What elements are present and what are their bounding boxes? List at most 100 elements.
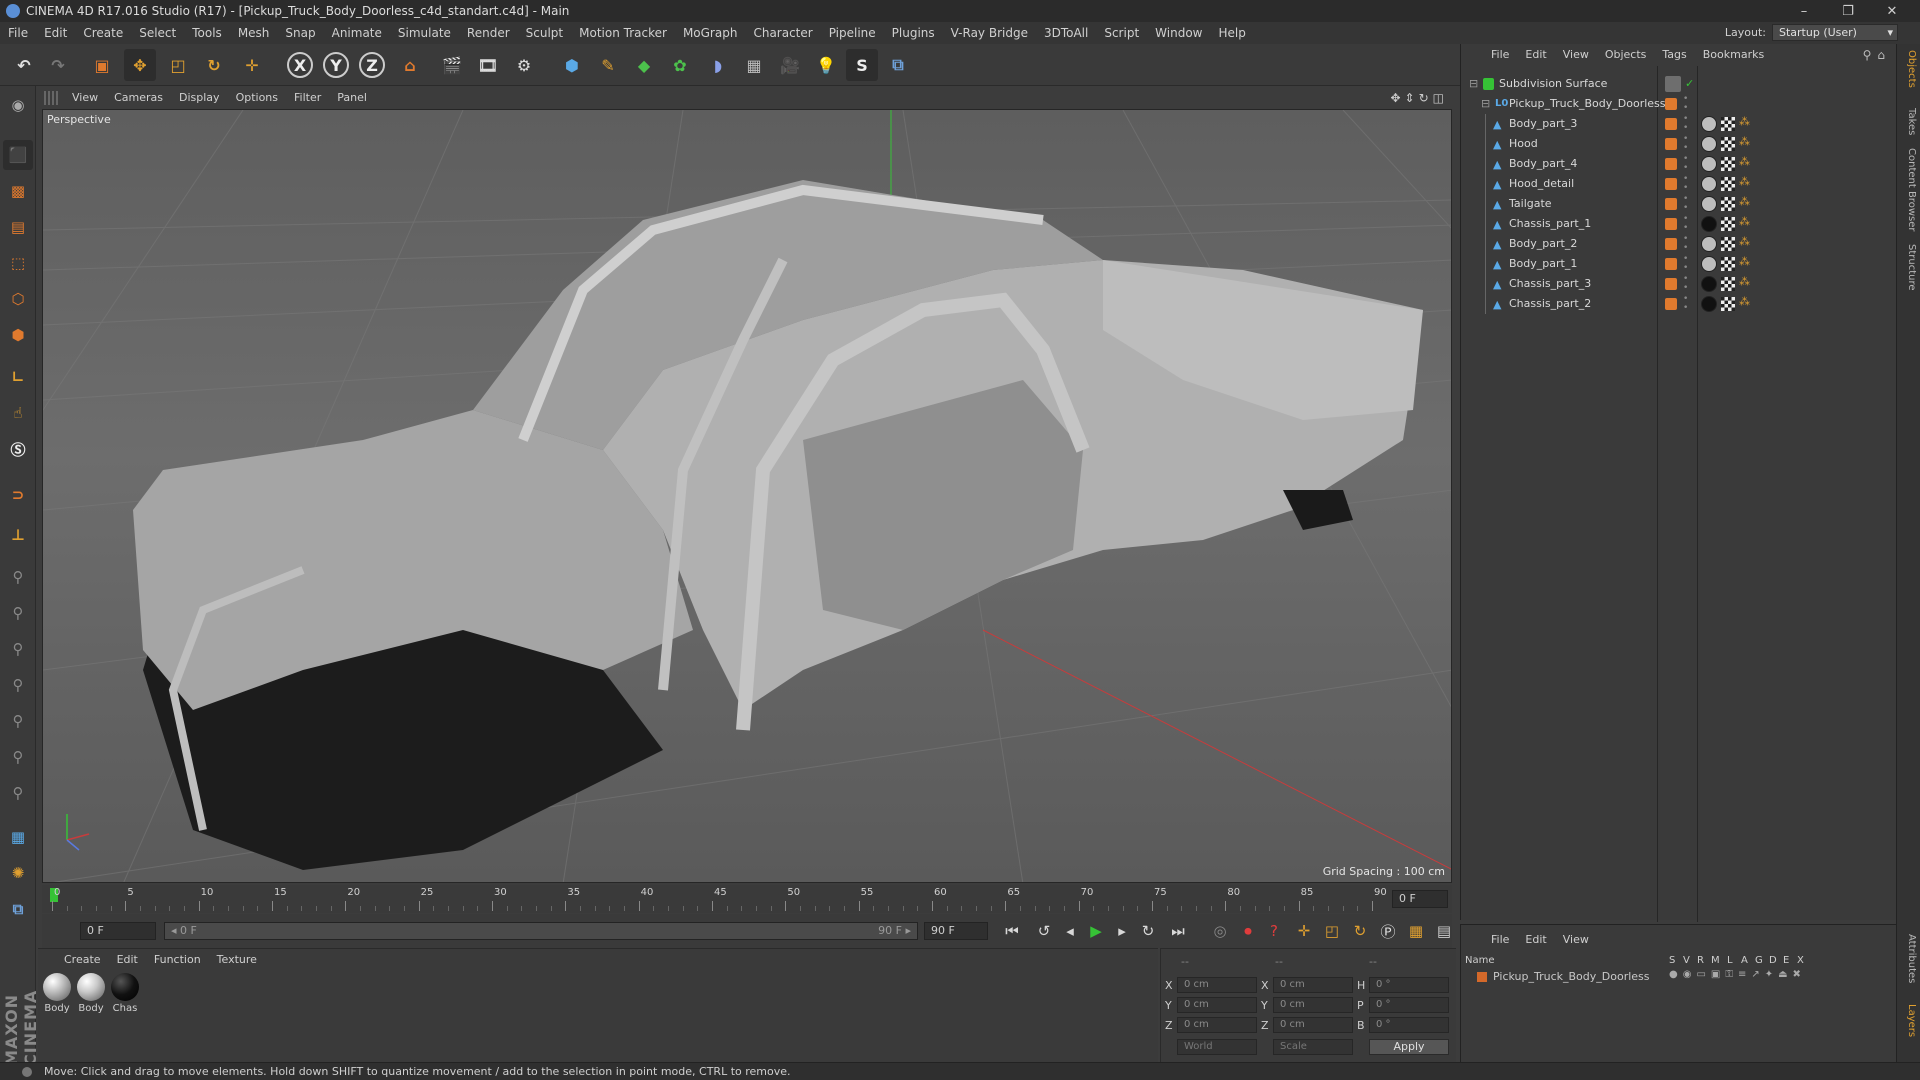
- editor-visibility-icon[interactable]: [1665, 76, 1681, 92]
- uvw-tag-icon[interactable]: [1721, 117, 1735, 131]
- uvw-tag-icon[interactable]: [1721, 157, 1735, 171]
- layer-color-swatch[interactable]: [1477, 972, 1487, 982]
- object-row-subdivision-surface[interactable]: ⊟ Subdivision Surface ✓: [1463, 74, 1895, 94]
- object-row[interactable]: ▲ Hood_detail • • ⁂: [1463, 174, 1895, 194]
- visibility-dots-icon[interactable]: • •: [1683, 255, 1688, 273]
- mat-menu-create[interactable]: Create: [56, 949, 109, 971]
- layer-row[interactable]: Pickup_Truck_Body_Doorless ●◉▭▣⚿≡↗✦⏏✖: [1465, 969, 1893, 985]
- make-editable-icon[interactable]: ◉: [3, 90, 33, 120]
- vp-menu-panel[interactable]: Panel: [329, 87, 375, 109]
- menu-vray-bridge[interactable]: V-Ray Bridge: [943, 22, 1036, 44]
- layer-color-tag[interactable]: [1665, 198, 1677, 210]
- phong-tag-icon[interactable]: ⁂: [1739, 135, 1750, 148]
- apply-button[interactable]: Apply: [1369, 1039, 1449, 1055]
- object-row[interactable]: ▲ Tailgate • • ⁂: [1463, 194, 1895, 214]
- x-axis-lock-icon[interactable]: X: [284, 49, 316, 81]
- tab-takes[interactable]: Takes: [1901, 108, 1917, 135]
- frame-range-slider[interactable]: ◂ 0 F 90 F ▸: [164, 922, 918, 940]
- magnet-icon[interactable]: ⊃: [3, 480, 33, 510]
- phong-tag-icon[interactable]: ⁂: [1739, 255, 1750, 268]
- layer-menu-file[interactable]: File: [1483, 929, 1517, 951]
- material-tag-icon[interactable]: [1701, 296, 1717, 312]
- visibility-dots-icon[interactable]: • •: [1683, 135, 1688, 153]
- render-picture-viewer-icon[interactable]: 🎞: [472, 49, 504, 81]
- sculpt-smooth-icon[interactable]: ⚲: [3, 634, 33, 664]
- texture-mode-icon[interactable]: ▩: [3, 176, 33, 206]
- menu-select[interactable]: Select: [131, 22, 184, 44]
- layer-color-tag[interactable]: [1665, 158, 1677, 170]
- tweak-mode-icon[interactable]: ☝: [3, 398, 33, 428]
- obj-menu-bookmarks[interactable]: Bookmarks: [1695, 44, 1772, 66]
- key-scale-icon[interactable]: ◰: [1320, 919, 1344, 943]
- vp-menu-filter[interactable]: Filter: [286, 87, 329, 109]
- uvw-tag-icon[interactable]: [1721, 277, 1735, 291]
- rotation-b-field[interactable]: 0 °: [1369, 1017, 1449, 1033]
- mat-menu-texture[interactable]: Texture: [209, 949, 265, 971]
- deformer-icon[interactable]: ◗: [702, 49, 734, 81]
- menu-render[interactable]: Render: [459, 22, 518, 44]
- material-swatch[interactable]: Body: [42, 973, 72, 1014]
- obj-menu-file[interactable]: File: [1483, 44, 1517, 66]
- menu-plugins[interactable]: Plugins: [884, 22, 943, 44]
- menu-simulate[interactable]: Simulate: [390, 22, 459, 44]
- sculpt-flatten-icon[interactable]: ⚲: [3, 670, 33, 700]
- polygons-mode-icon[interactable]: ⬢: [3, 320, 33, 350]
- menu-file[interactable]: File: [0, 22, 36, 44]
- keyframe-selection-icon[interactable]: ?: [1262, 919, 1286, 943]
- spline-pen-icon[interactable]: ✎: [592, 49, 624, 81]
- collapse-icon[interactable]: ⊟: [1469, 77, 1478, 90]
- menu-animate[interactable]: Animate: [324, 22, 390, 44]
- enabled-check-icon[interactable]: ✓: [1685, 77, 1694, 90]
- layer-color-tag[interactable]: [1665, 298, 1677, 310]
- sculpt-tool-icon[interactable]: ⚲: [3, 562, 33, 592]
- menu-edit[interactable]: Edit: [36, 22, 75, 44]
- start-frame-field[interactable]: 0 F: [80, 922, 156, 940]
- restore-button[interactable]: ❐: [1826, 0, 1870, 22]
- obj-menu-objects[interactable]: Objects: [1597, 44, 1655, 66]
- python-console-icon[interactable]: ⧉: [3, 894, 33, 924]
- layer-color-tag[interactable]: [1665, 238, 1677, 250]
- object-row[interactable]: ▲ Body_part_3 • • ⁂: [1463, 114, 1895, 134]
- end-frame-field[interactable]: 90 F: [924, 922, 988, 940]
- redo-icon[interactable]: ↷: [42, 49, 74, 81]
- phong-tag-icon[interactable]: ⁂: [1739, 155, 1750, 168]
- autokey-icon[interactable]: ⏺: [1236, 919, 1260, 943]
- uvw-tag-icon[interactable]: [1721, 177, 1735, 191]
- material-tag-icon[interactable]: [1701, 236, 1717, 252]
- close-button[interactable]: ✕: [1870, 0, 1914, 22]
- object-row[interactable]: ▲ Chassis_part_1 • • ⁂: [1463, 214, 1895, 234]
- timeline-ruler[interactable]: 0 5 10 15 20 25 30 35 40 45 50 55 60 65 70 75 80 85 90 0 F: [42, 885, 1452, 913]
- key-parameter-icon[interactable]: Ⓟ: [1376, 919, 1400, 943]
- object-row[interactable]: ▲ Chassis_part_2 • • ⁂: [1463, 294, 1895, 314]
- layer-color-tag[interactable]: [1665, 178, 1677, 190]
- viewport-perspective[interactable]: Perspective Grid Spacing : 100 cm: [42, 109, 1452, 883]
- workplane-icon[interactable]: ⊥: [3, 520, 33, 550]
- mograph-cloner-icon[interactable]: ✿: [664, 49, 696, 81]
- layer-color-tag[interactable]: [1665, 218, 1677, 230]
- menu-3dtoall[interactable]: 3DToAll: [1036, 22, 1096, 44]
- obj-menu-edit[interactable]: Edit: [1517, 44, 1554, 66]
- vp-menu-cameras[interactable]: Cameras: [106, 87, 171, 109]
- rotate-tool-icon[interactable]: ↻: [198, 49, 230, 81]
- coord-space-dropdown[interactable]: World: [1177, 1039, 1257, 1055]
- layer-menu-edit[interactable]: Edit: [1517, 929, 1554, 951]
- position-x-field[interactable]: 0 cm: [1177, 977, 1257, 993]
- tab-objects[interactable]: Objects: [1901, 50, 1917, 88]
- position-z-field[interactable]: 0 cm: [1177, 1017, 1257, 1033]
- obj-menu-tags[interactable]: Tags: [1654, 44, 1694, 66]
- vp-menu-options[interactable]: Options: [228, 87, 286, 109]
- tab-layers[interactable]: Layers: [1901, 1004, 1917, 1037]
- visibility-dots-icon[interactable]: • •: [1683, 175, 1688, 193]
- workplane-mode-icon[interactable]: ▤: [3, 212, 33, 242]
- live-selection-icon[interactable]: ▣: [86, 49, 118, 81]
- sculpt-inflate-icon[interactable]: ⚲: [3, 706, 33, 736]
- uvw-tag-icon[interactable]: [1721, 197, 1735, 211]
- menu-tools[interactable]: Tools: [184, 22, 230, 44]
- layout-dropdown[interactable]: Startup (User) ▾: [1772, 24, 1898, 41]
- edges-mode-icon[interactable]: ⬡: [3, 284, 33, 314]
- uvw-tag-icon[interactable]: [1721, 217, 1735, 231]
- size-y-field[interactable]: 0 cm: [1273, 997, 1353, 1013]
- coord-mode-dropdown[interactable]: Scale: [1273, 1039, 1353, 1055]
- layer-color-tag[interactable]: [1665, 98, 1677, 110]
- tab-attributes[interactable]: Attributes: [1901, 934, 1917, 983]
